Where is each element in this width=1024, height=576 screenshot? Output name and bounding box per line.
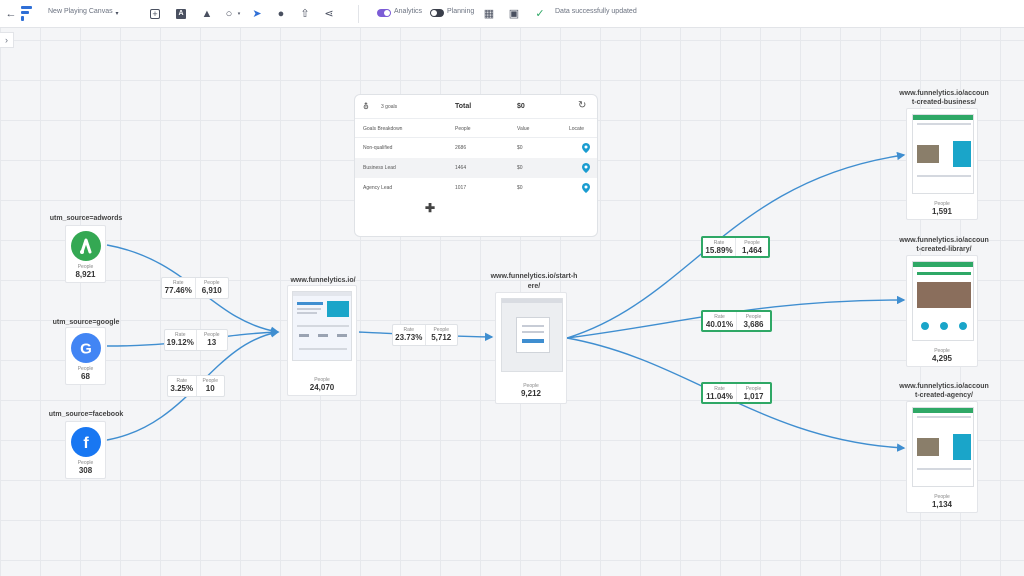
page-label-agency-line2: t-created-agency/ (915, 392, 973, 399)
column-header: Locate (569, 126, 585, 132)
rate-badge-facebook[interactable]: Rate 3.25% People 10 (167, 375, 225, 397)
page-label-business-line1: www.funnelytics.io/accoun (899, 90, 989, 97)
goal-people: 2686 (455, 145, 467, 151)
rate-cell: Rate 11.04% (706, 386, 733, 401)
column-header: Goals Breakdown (363, 126, 403, 132)
page-node-home[interactable]: People 24,070 (287, 285, 357, 396)
column-header: Value (517, 126, 530, 132)
goal-name: Non-qualified (363, 145, 393, 151)
goal-people: 1464 (455, 165, 467, 171)
rate-badge-agency[interactable]: Rate 11.04% People 1,017 (701, 382, 772, 404)
people-cell: People 5,712 (424, 325, 458, 345)
goal-name: Agency Lead (363, 185, 393, 191)
goal-value: $0 (517, 165, 523, 171)
locate-pin-icon[interactable] (582, 183, 590, 193)
goal-people: 1017 (455, 185, 467, 191)
goal-row: Agency Lead 1017 $0 (355, 178, 597, 198)
google-icon: G (71, 333, 101, 363)
locate-pin-icon[interactable] (582, 163, 590, 173)
people-cell: People 1,017 (736, 384, 770, 402)
page-people: People 1,134 (931, 494, 953, 509)
rate-cell: Rate 77.46% (164, 280, 192, 295)
goal-row: Non-qualified 2686 $0 (355, 138, 597, 158)
source-people: People 68 (77, 366, 94, 381)
source-node-facebook[interactable]: f People 308 (65, 421, 106, 479)
facebook-icon: f (71, 427, 101, 457)
add-goal-icon[interactable]: ✚ (425, 201, 435, 215)
people-cell: People 1,464 (735, 238, 768, 256)
people-cell: People 10 (195, 376, 225, 396)
page-label-home: www.funnelytics.io/ (290, 277, 356, 284)
source-node-google[interactable]: G People 68 (65, 327, 106, 385)
rate-badge-business[interactable]: Rate 15.89% People 1,464 (701, 236, 770, 258)
page-label-agency-line1: www.funnelytics.io/accoun (899, 383, 989, 390)
page-people: People 24,070 (309, 377, 335, 392)
rate-cell: Rate 40.01% (705, 314, 734, 329)
rate-cell: Rate 19.12% (166, 332, 194, 347)
page-node-business[interactable]: People 1,591 (906, 108, 978, 220)
rate-badge-home-start[interactable]: Rate 23.73% People 5,712 (392, 324, 458, 346)
source-label-adwords: utm_source=adwords (49, 215, 123, 222)
page-thumbnail (912, 261, 974, 341)
people-cell: People 3,686 (736, 312, 770, 330)
source-people: People 308 (77, 460, 94, 475)
svg-text:G: G (80, 341, 92, 358)
page-label-start-line1: www.funnelytics.io/start-h (490, 273, 578, 280)
source-label-facebook: utm_source=facebook (48, 411, 124, 418)
goal-row: Business Lead 1464 $0 (355, 158, 597, 178)
page-thumbnail (912, 114, 974, 194)
page-label-business-line2: t-created-business/ (911, 99, 977, 106)
page-label-start-line2: ere/ (527, 283, 541, 290)
rate-badge-google[interactable]: Rate 19.12% People 13 (164, 329, 228, 351)
goals-total-value: $0 (517, 103, 525, 110)
page-label-library-line2: t-created-library/ (916, 246, 972, 253)
page-thumbnail (501, 298, 563, 372)
locate-pin-icon[interactable] (582, 143, 590, 153)
goals-panel: ⛢ 3 goals Total $0 ↻ Goals Breakdown Peo… (354, 94, 598, 237)
source-label-google: utm_source=google (52, 319, 120, 326)
page-people: People 9,212 (520, 383, 542, 398)
rate-cell: Rate 15.89% (705, 240, 733, 255)
page-people: People 4,295 (931, 348, 953, 363)
trophy-icon: ⛢ (363, 102, 369, 111)
people-cell: People 6,910 (194, 278, 229, 298)
source-people: People 8,921 (75, 264, 96, 279)
page-node-start[interactable]: People 9,212 (495, 292, 567, 404)
goal-value: $0 (517, 185, 523, 191)
refresh-icon[interactable]: ↻ (578, 100, 586, 111)
page-node-library[interactable]: People 4,295 (906, 255, 978, 367)
page-thumbnail (292, 291, 352, 361)
goal-value: $0 (517, 145, 523, 151)
page-label-library-line1: www.funnelytics.io/accoun (899, 237, 989, 244)
rate-cell: Rate 3.25% (170, 378, 194, 393)
source-node-adwords[interactable]: People 8,921 (65, 225, 106, 283)
rate-badge-library[interactable]: Rate 40.01% People 3,686 (701, 310, 772, 332)
rate-badge-adwords[interactable]: Rate 77.46% People 6,910 (161, 277, 229, 299)
rate-cell: Rate 23.73% (395, 327, 423, 342)
svg-text:f: f (83, 435, 89, 452)
goal-name: Business Lead (363, 165, 396, 171)
page-people: People 1,591 (931, 201, 953, 216)
page-node-agency[interactable]: People 1,134 (906, 401, 978, 513)
google-ads-icon (71, 231, 101, 261)
goals-header-row: Goals Breakdown People Value Locate (355, 118, 597, 138)
goals-count: 3 goals (381, 104, 398, 110)
people-cell: People 13 (195, 330, 228, 350)
goals-total-label: Total (455, 103, 472, 110)
page-thumbnail (912, 407, 974, 487)
column-header: People (455, 126, 471, 132)
